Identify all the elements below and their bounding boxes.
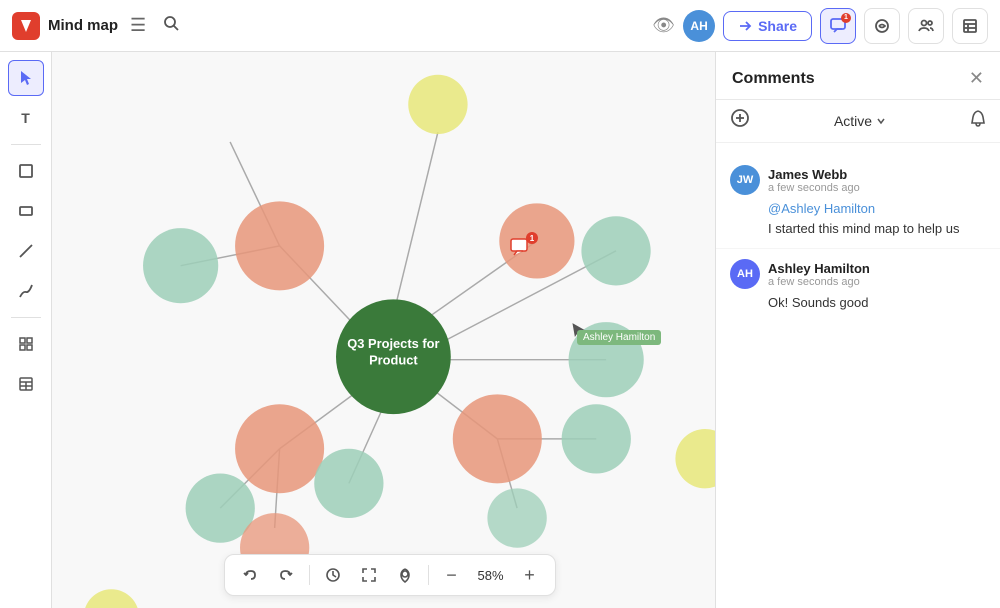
frame-tool-button[interactable] bbox=[8, 153, 44, 189]
user-avatar[interactable]: AH bbox=[683, 10, 715, 42]
eye-icon: 👁 bbox=[652, 15, 675, 36]
text-tool-button[interactable]: T bbox=[8, 100, 44, 136]
comments-filter-bar: Active bbox=[716, 100, 1000, 143]
add-comment-button[interactable] bbox=[730, 108, 750, 134]
app-logo[interactable] bbox=[12, 12, 40, 40]
svg-text:Product: Product bbox=[369, 353, 418, 368]
zoom-out-button[interactable]: − bbox=[437, 561, 467, 589]
toolbar-divider-1 bbox=[11, 144, 41, 145]
comment-item: JW James Webb a few seconds ago @Ashley … bbox=[716, 155, 1000, 249]
location-button[interactable] bbox=[390, 561, 420, 589]
grid-tool-button[interactable] bbox=[8, 326, 44, 362]
main-layout: T bbox=[0, 52, 1000, 608]
search-icon[interactable] bbox=[158, 10, 184, 41]
header: Mind map ☰ 👁 AH Share 1 bbox=[0, 0, 1000, 52]
comments-panel: Comments ✕ Active JW James Webb bbox=[715, 52, 1000, 608]
history-button[interactable] bbox=[318, 561, 348, 589]
menu-icon[interactable]: ☰ bbox=[126, 11, 150, 40]
comment-meta: Ashley Hamilton a few seconds ago bbox=[768, 261, 870, 288]
select-tool-button[interactable] bbox=[8, 60, 44, 96]
comment-text: @Ashley Hamilton I started this mind map… bbox=[768, 199, 986, 238]
comments-title: Comments bbox=[732, 70, 815, 88]
left-toolbar: T bbox=[0, 52, 52, 608]
commenter-avatar: AH bbox=[730, 259, 760, 289]
header-right: 👁 AH Share 1 bbox=[652, 8, 988, 44]
comment-item: AH Ashley Hamilton a few seconds ago Ok!… bbox=[716, 249, 1000, 323]
team-icon-button[interactable] bbox=[908, 8, 944, 44]
share-button[interactable]: Share bbox=[723, 11, 812, 41]
filter-dropdown[interactable]: Active bbox=[834, 113, 886, 129]
comment-user-row: JW James Webb a few seconds ago bbox=[730, 165, 986, 195]
undo-button[interactable] bbox=[235, 561, 265, 589]
bottom-toolbar-divider-1 bbox=[309, 565, 310, 585]
fit-screen-button[interactable] bbox=[354, 561, 384, 589]
commenter-name: James Webb bbox=[768, 167, 860, 182]
comment-mention: @Ashley Hamilton bbox=[768, 201, 875, 216]
chat-icon-button[interactable] bbox=[864, 8, 900, 44]
pages-icon-button[interactable] bbox=[952, 8, 988, 44]
commenter-name: Ashley Hamilton bbox=[768, 261, 870, 276]
line-tool-button[interactable] bbox=[8, 233, 44, 269]
zoom-level: 58% bbox=[473, 568, 509, 583]
redo-button[interactable] bbox=[271, 561, 301, 589]
comments-list: JW James Webb a few seconds ago @Ashley … bbox=[716, 143, 1000, 608]
comment-user-row: AH Ashley Hamilton a few seconds ago bbox=[730, 259, 986, 289]
comments-icon-button[interactable]: 1 bbox=[820, 8, 856, 44]
zoom-in-button[interactable]: + bbox=[515, 561, 545, 589]
bottom-toolbar-divider-2 bbox=[428, 565, 429, 585]
notifications-bell-button[interactable] bbox=[970, 110, 986, 133]
rect-tool-button[interactable] bbox=[8, 193, 44, 229]
comment-time: a few seconds ago bbox=[768, 182, 860, 194]
comment-text: Ok! Sounds good bbox=[768, 293, 986, 313]
comments-header: Comments ✕ bbox=[716, 52, 1000, 100]
canvas-comment-icon[interactable]: 1 bbox=[509, 237, 533, 267]
header-left: Mind map ☰ bbox=[12, 10, 184, 41]
commenter-avatar: JW bbox=[730, 165, 760, 195]
table-tool-button[interactable] bbox=[8, 366, 44, 402]
svg-text:Q3 Projects for: Q3 Projects for bbox=[347, 336, 439, 351]
comment-time: a few seconds ago bbox=[768, 276, 870, 288]
pen-tool-button[interactable] bbox=[8, 273, 44, 309]
canvas-area[interactable]: Q3 Projects for Product bbox=[52, 52, 715, 608]
mindmap-svg: Q3 Projects for Product bbox=[52, 52, 715, 608]
comment-meta: James Webb a few seconds ago bbox=[768, 167, 860, 194]
bottom-toolbar: − 58% + bbox=[224, 554, 556, 596]
toolbar-divider-2 bbox=[11, 317, 41, 318]
close-comments-button[interactable]: ✕ bbox=[969, 68, 984, 89]
notification-badge: 1 bbox=[841, 13, 851, 23]
app-title: Mind map bbox=[48, 17, 118, 34]
